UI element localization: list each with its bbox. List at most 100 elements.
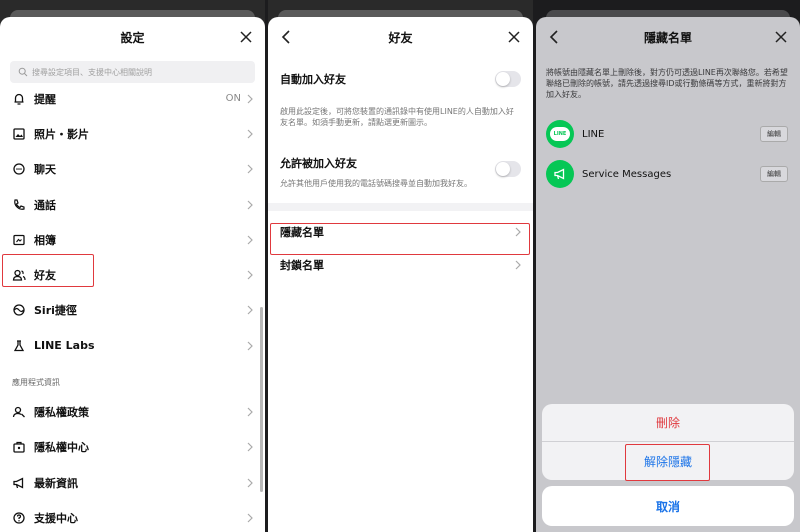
hidden-list-header: 隱藏名單 [536, 17, 800, 57]
chevron-right-icon [247, 200, 253, 210]
chevron-right-icon [515, 260, 521, 270]
search-input[interactable]: 搜尋設定項目、支援中心相關說明 [10, 61, 255, 83]
chevron-right-icon [247, 478, 253, 488]
account-name: LINE [582, 128, 605, 140]
close-icon[interactable] [237, 28, 255, 46]
hidden-account-list: LINE LINE 編輯 Service Messages 編輯 [536, 114, 800, 194]
list-item[interactable]: Service Messages 編輯 [536, 154, 800, 194]
allow-add-friends-label: 允許被加入好友 [280, 157, 357, 170]
search-icon [18, 67, 28, 77]
megaphone-icon [12, 476, 26, 490]
album-icon [12, 233, 26, 247]
scrollbar[interactable] [260, 307, 263, 492]
chevron-right-icon [247, 129, 253, 139]
settings-item-label: 最新資訊 [34, 476, 78, 490]
settings-list: 提醒 ON 照片・影片 聊天 通話 相簿 好友 Siri捷徑 LINE Labs… [0, 81, 265, 532]
settings-item-calls[interactable]: 通話 [0, 187, 265, 222]
page-title: 隱藏名單 [643, 30, 692, 45]
avatar-text: LINE [553, 131, 567, 137]
settings-item-label: Siri捷徑 [34, 304, 77, 318]
close-icon[interactable] [772, 28, 790, 46]
back-chevron-icon[interactable] [546, 28, 564, 46]
section-divider [268, 203, 533, 211]
unhide-button[interactable]: 解除隱藏 [542, 442, 794, 480]
status-value: ON [225, 93, 241, 105]
settings-item-line-labs[interactable]: LINE Labs [0, 328, 265, 363]
hidden-list-label: 隱藏名單 [280, 225, 324, 239]
section-label: 應用程式資訊 [12, 378, 60, 388]
page-title: 設定 [120, 30, 145, 45]
photo-icon [12, 127, 26, 141]
settings-item-privacy-policy[interactable]: 隱私權政策 [0, 394, 265, 429]
list-item[interactable]: LINE LINE 編輯 [536, 114, 800, 154]
screens: 設定 搜尋設定項目、支援中心相關說明 提醒 ON 照片・影片 聊天 通話 相簿 … [0, 0, 800, 532]
chevron-right-icon [247, 270, 253, 280]
delete-button[interactable]: 刪除 [542, 404, 794, 442]
edit-button[interactable]: 編輯 [760, 126, 788, 142]
search-placeholder: 搜尋設定項目、支援中心相關說明 [32, 67, 152, 77]
settings-item-label: 好友 [34, 269, 56, 283]
hidden-list-row[interactable]: 隱藏名單 [268, 215, 533, 248]
close-icon[interactable] [505, 28, 523, 46]
settings-item-label: 隱私權政策 [34, 406, 89, 420]
settings-sheet: 設定 搜尋設定項目、支援中心相關說明 提醒 ON 照片・影片 聊天 通話 相簿 … [0, 17, 265, 532]
hidden-list-panel: 隱藏名單 將帳號由隱藏名單上刪除後，對方仍可透過LINE再次聯絡您。若希望聯絡已… [536, 0, 800, 532]
settings-item-label: 支援中心 [34, 511, 78, 525]
friends-icon [12, 268, 26, 282]
back-chevron-icon[interactable] [278, 28, 296, 46]
settings-item-label: LINE Labs [34, 339, 95, 353]
chevron-right-icon [247, 235, 253, 245]
chevron-right-icon [515, 227, 521, 237]
settings-panel: 設定 搜尋設定項目、支援中心相關說明 提醒 ON 照片・影片 聊天 通話 相簿 … [0, 0, 265, 532]
help-icon [12, 511, 26, 525]
bell-icon [12, 92, 26, 106]
auto-add-friends-desc: 啟用此設定後，可將您裝置的通訊錄中有使用LINE的人自動加入好友名單。如須手動更… [280, 107, 514, 127]
settings-item-label: 聊天 [34, 163, 56, 177]
settings-item-notifications[interactable]: 提醒 ON [0, 81, 265, 116]
flask-icon [12, 339, 26, 353]
allow-add-friends-toggle[interactable] [495, 161, 521, 177]
blocked-list-label: 封鎖名單 [280, 258, 324, 272]
friends-sheet: 好友 自動加入好友 啟用此設定後，可將您裝置的通訊錄中有使用LINE的人自動加入… [268, 17, 533, 532]
settings-item-label: 隱私權中心 [34, 441, 89, 455]
auto-add-friends-label: 自動加入好友 [280, 73, 346, 86]
settings-item-albums[interactable]: 相簿 [0, 222, 265, 257]
allow-add-friends-row: 允許被加入好友 允許其他用戶使用我的電話號碼搜尋並自動加我好友。 [268, 148, 533, 203]
cancel-button[interactable]: 取消 [542, 486, 794, 526]
page-title: 好友 [388, 30, 413, 45]
settings-item-friends[interactable]: 好友 [0, 257, 265, 292]
action-sheet: 刪除 解除隱藏 [542, 404, 794, 480]
siri-shortcut-icon [12, 303, 26, 317]
friends-header: 好友 [268, 17, 533, 57]
account-name: Service Messages [582, 168, 672, 180]
chevron-right-icon [247, 341, 253, 351]
edit-button[interactable]: 編輯 [760, 166, 788, 182]
blocked-list-row[interactable]: 封鎖名單 [268, 248, 533, 281]
settings-item-chats[interactable]: 聊天 [0, 152, 265, 187]
chevron-right-icon [247, 407, 253, 417]
chat-bubble-icon [12, 162, 26, 176]
megaphone-icon [546, 160, 574, 188]
auto-add-friends-toggle[interactable] [495, 71, 521, 87]
chevron-right-icon [247, 442, 253, 452]
settings-item-label: 提醒 [34, 92, 56, 106]
auto-add-friends-row: 自動加入好友 啟用此設定後，可將您裝置的通訊錄中有使用LINE的人自動加入好友名… [268, 57, 533, 142]
privacy-user-icon [12, 405, 26, 419]
settings-item-label: 通話 [34, 198, 56, 212]
chevron-right-icon [247, 94, 253, 104]
chevron-right-icon [247, 305, 253, 315]
settings-item-label: 相簿 [34, 233, 56, 247]
phone-icon [12, 198, 26, 212]
privacy-center-icon [12, 440, 26, 454]
line-logo-icon: LINE [546, 120, 574, 148]
settings-item-help-center[interactable]: 支援中心 [0, 500, 265, 532]
settings-item-privacy-center[interactable]: 隱私權中心 [0, 430, 265, 465]
chevron-right-icon [247, 513, 253, 523]
friends-panel: 好友 自動加入好友 啟用此設定後，可將您裝置的通訊錄中有使用LINE的人自動加入… [268, 0, 533, 532]
settings-item-label: 照片・影片 [34, 127, 89, 141]
settings-item-photos[interactable]: 照片・影片 [0, 116, 265, 151]
hidden-list-description: 將帳號由隱藏名單上刪除後，對方仍可透過LINE再次聯絡您。若希望聯絡已刪除的帳號… [546, 68, 788, 99]
settings-item-news[interactable]: 最新資訊 [0, 465, 265, 500]
settings-item-siri[interactable]: Siri捷徑 [0, 293, 265, 328]
chevron-right-icon [247, 164, 253, 174]
